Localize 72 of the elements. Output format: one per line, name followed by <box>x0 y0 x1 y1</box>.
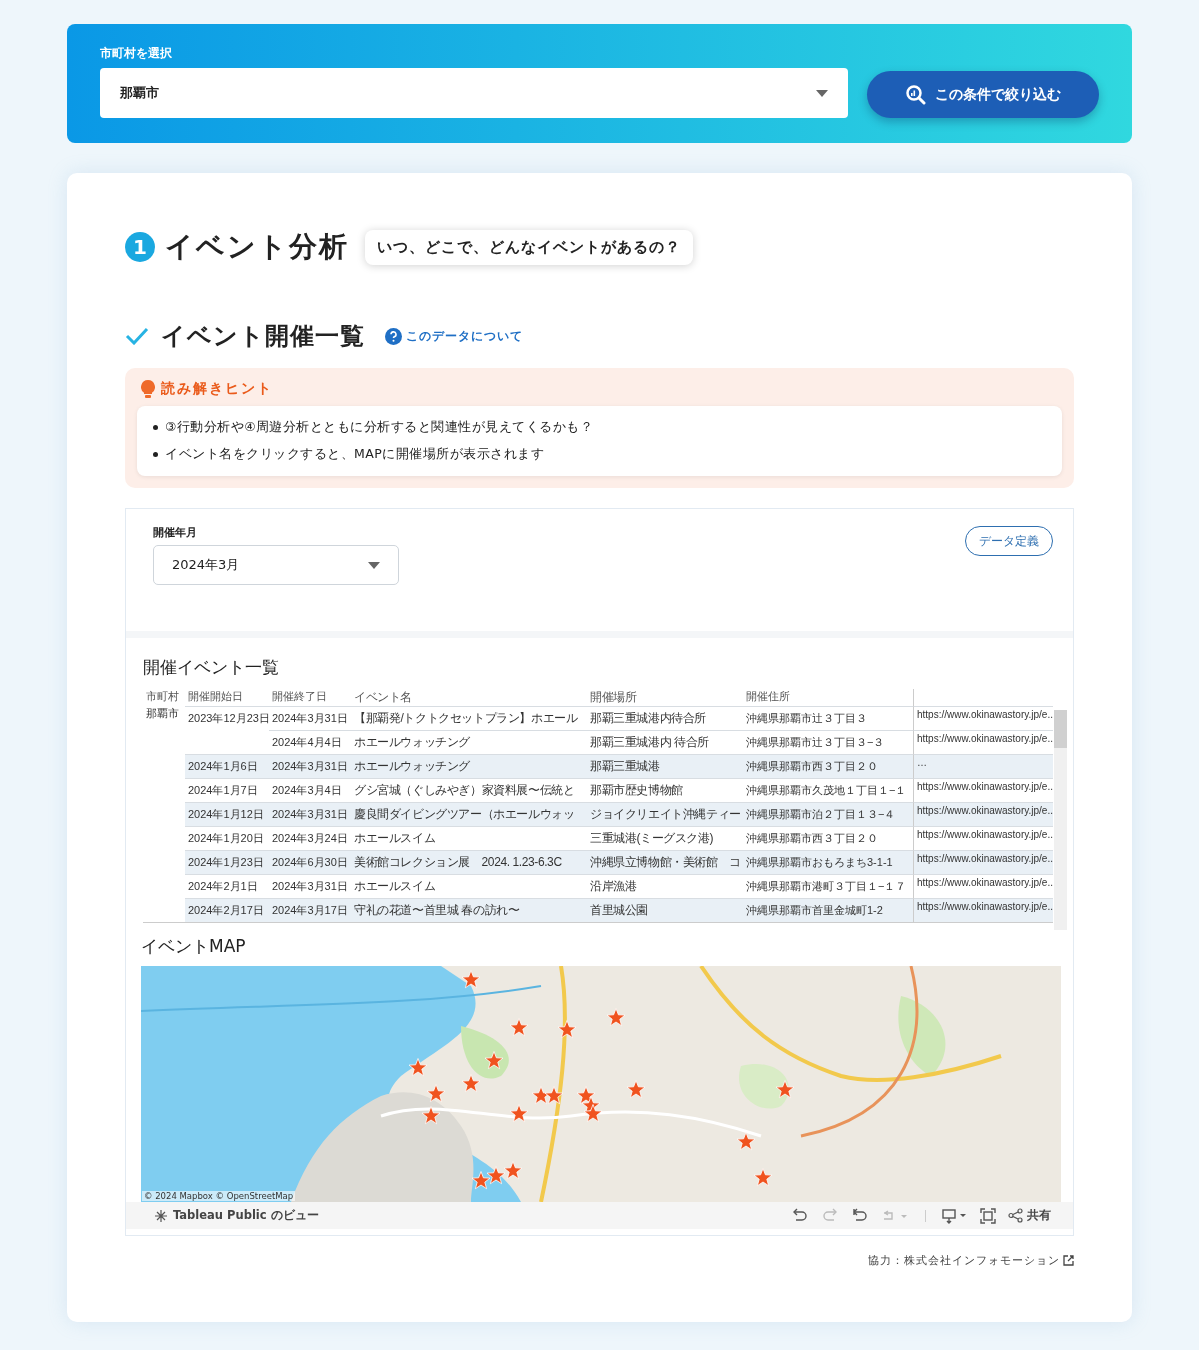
table-cell: 2024年3月31日 <box>269 754 351 779</box>
table-cell: 那覇三重城港 <box>587 754 743 779</box>
credit-link[interactable]: 協力：株式会社インフォモーション <box>125 1253 1074 1268</box>
city-select[interactable]: 那覇市 <box>100 68 848 118</box>
column-header: 開催開始日 <box>187 689 244 705</box>
column-header: 開催終了日 <box>271 689 328 705</box>
table-cell: 2024年3月31日 <box>269 706 351 731</box>
download-icon[interactable] <box>942 1207 968 1224</box>
field-label: 開催年月 <box>153 525 198 540</box>
check-icon <box>125 327 149 345</box>
table-title: 開催イベント一覧 <box>143 656 280 680</box>
revert-icon[interactable] <box>851 1207 869 1224</box>
field-label: 市町村を選択 <box>100 45 173 62</box>
table-cell: 沖縄県那覇市西３丁目２０ <box>743 754 913 779</box>
column-header: 市町村 <box>145 689 180 705</box>
table-cell: 2024年3月31日 <box>269 802 351 827</box>
table-cell: 沖縄県那覇市泊２丁目１３−４ <box>743 802 913 827</box>
scrollbar[interactable] <box>1054 710 1067 931</box>
table-cell: 首里城公園 <box>587 898 743 923</box>
table-cell: 沖縄県立博物館・美術館 コ <box>587 850 743 875</box>
table-cell: 沖縄県那覇市首里金城町1-2 <box>743 898 913 923</box>
table-cell[interactable]: … <box>913 754 1053 779</box>
table-cell[interactable]: https://www.okinawastory.jp/e.. <box>913 850 1053 875</box>
speech-bubble: いつ、どこで、どんなイベントがあるの？ <box>365 229 693 265</box>
lightbulb-icon <box>141 380 155 398</box>
month-select[interactable]: 2024年3月 <box>153 545 399 585</box>
share-icon <box>1008 1208 1023 1224</box>
help-icon <box>385 327 402 345</box>
hint-text: ③行動分析や④周遊分析とともに分析すると関連性が見えてくるかも？ <box>165 419 594 436</box>
column-header: 開催場所 <box>589 689 638 707</box>
subsection-title: イベント開催一覧 <box>161 321 365 352</box>
table-cell: 2024年2月17日 <box>185 898 269 923</box>
filter-button[interactable]: この条件で絞り込む <box>867 71 1099 118</box>
section-title: イベント分析 <box>165 229 349 265</box>
table-cell: 2024年3月17日 <box>269 898 351 923</box>
tableau-link[interactable]: Tableau Public のビュー <box>154 1208 319 1224</box>
share-button[interactable]: 共有 <box>1008 1208 1051 1224</box>
bullet-icon <box>153 425 158 430</box>
table-cell: 2024年1月12日 <box>185 802 269 827</box>
event-name-link[interactable]: 慶良間ダイビングツアー（ホエールウォッ <box>351 802 587 827</box>
column-header: イベント名 <box>353 689 413 707</box>
event-name-link[interactable]: 守礼の花道〜首里城 春の訪れ〜 <box>351 898 587 923</box>
external-link-icon <box>1063 1255 1074 1266</box>
table-cell-text: 那覇市 <box>145 706 180 722</box>
definition-button[interactable]: データ定義 <box>965 526 1053 556</box>
table-cell[interactable]: https://www.okinawastory.jp/e.. <box>913 706 1053 731</box>
table-cell[interactable]: https://www.okinawastory.jp/e.. <box>913 802 1053 827</box>
event-name-link[interactable]: ホエールウォッチング <box>351 754 587 779</box>
caret-icon <box>816 89 828 97</box>
table-cell: 那覇三重城港内待合所 <box>587 706 743 731</box>
table-cell: ジョイクリエイト沖縄ティー <box>587 802 743 827</box>
table-cell: 2023年12月23日 <box>185 706 269 731</box>
table-cell: 2024年6月30日 <box>269 850 351 875</box>
undo-icon[interactable] <box>791 1207 809 1224</box>
table-cell: 沖縄県那覇市辻３丁目３ <box>743 706 913 731</box>
event-name-link[interactable]: 美術館コレクション展 2024. 1.23-6.3C <box>351 850 587 875</box>
hint-title: 読み解きヒント <box>161 380 273 398</box>
map-title: イベントMAP <box>141 935 247 959</box>
table-cell: 2024年1月23日 <box>185 850 269 875</box>
column-header: 開催住所 <box>745 689 791 705</box>
event-name-link[interactable]: 【那覇発/トクトクセットプラン】ホエール <box>351 706 587 731</box>
help-link[interactable]: このデータについて <box>385 327 523 345</box>
bullet-icon <box>153 452 158 457</box>
table-cell: 2024年1月6日 <box>185 754 269 779</box>
map-attribution: © 2024 Mapbox © OpenStreetMap <box>142 1191 296 1202</box>
section-number: 1 <box>125 232 155 262</box>
fullscreen-icon[interactable] <box>980 1207 996 1224</box>
search-icon <box>905 84 926 105</box>
caret-icon <box>368 561 380 569</box>
hint-text: イベント名をクリックすると、MAPに開催場所が表示されます <box>165 446 545 463</box>
table-cell[interactable]: https://www.okinawastory.jp/e.. <box>913 898 1053 923</box>
table-cell: 沖縄県那覇市おもろまち3-1-1 <box>743 850 913 875</box>
